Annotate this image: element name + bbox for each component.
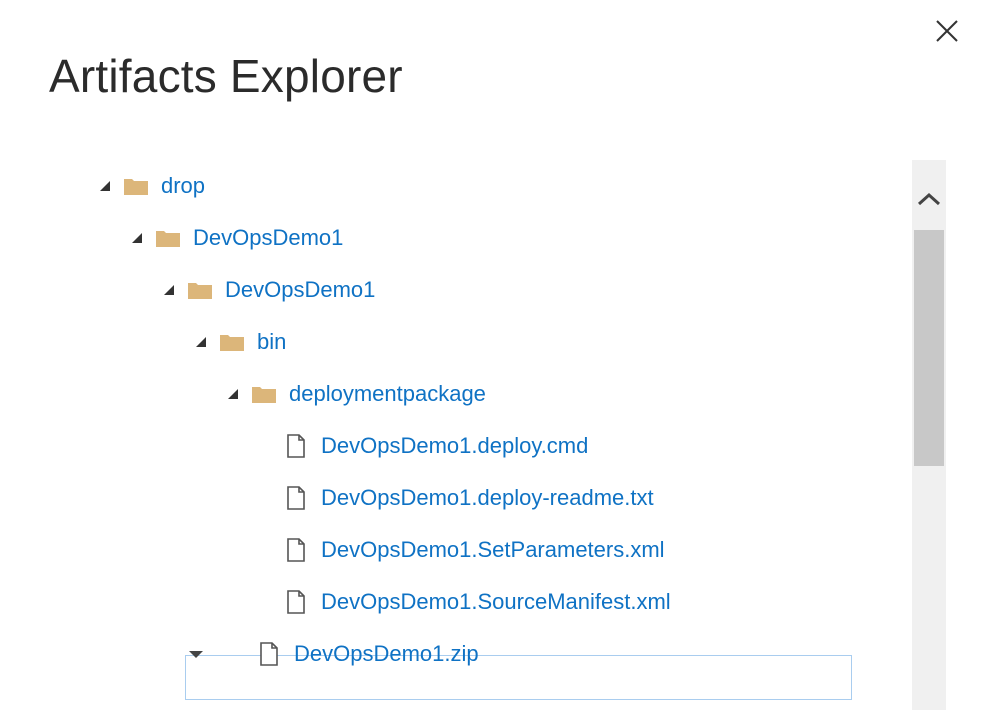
close-button[interactable] [928, 12, 966, 50]
tree-item-label[interactable]: DevOpsDemo1.SourceManifest.xml [321, 589, 671, 615]
tree-folder-row[interactable]: DevOpsDemo1 [60, 264, 912, 316]
tree-item-label[interactable]: DevOpsDemo1.deploy.cmd [321, 433, 588, 459]
tree-file-row[interactable]: DevOpsDemo1.deploy.cmd [60, 420, 912, 472]
dialog-title: Artifacts Explorer [49, 50, 403, 102]
folder-icon [219, 330, 245, 354]
expand-collapse-triangle-icon[interactable] [160, 281, 178, 299]
expand-collapse-triangle-icon[interactable] [96, 177, 114, 195]
tree-item-label[interactable]: DevOpsDemo1.zip [294, 641, 479, 667]
dropdown-arrow-icon[interactable] [187, 645, 205, 663]
folder-icon [251, 382, 277, 406]
tree-folder-row[interactable]: deploymentpackage [60, 368, 912, 420]
tree-folder-row[interactable]: bin [60, 316, 912, 368]
tree-folder-row[interactable]: DevOpsDemo1 [60, 212, 912, 264]
tree-item-label[interactable]: bin [257, 329, 286, 355]
chevron-up-icon [916, 191, 942, 212]
tree-file-row[interactable]: DevOpsDemo1.SetParameters.xml [60, 524, 912, 576]
file-icon [283, 434, 309, 458]
tree-file-row[interactable]: DevOpsDemo1.SourceManifest.xml [60, 576, 912, 628]
tree-folder-row[interactable]: drop [60, 162, 912, 212]
expand-collapse-triangle-icon[interactable] [128, 229, 146, 247]
expand-collapse-triangle-icon[interactable] [192, 333, 210, 351]
file-icon [283, 486, 309, 510]
tree-file-row[interactable]: DevOpsDemo1.deploy-readme.txt [60, 472, 912, 524]
file-icon [283, 590, 309, 614]
file-icon [256, 642, 282, 666]
file-icon [283, 538, 309, 562]
vertical-scrollbar[interactable] [912, 160, 946, 710]
folder-icon [123, 174, 149, 198]
tree-item-label[interactable]: DevOpsDemo1.SetParameters.xml [321, 537, 665, 563]
scroll-up-button[interactable] [912, 184, 946, 218]
expand-collapse-triangle-icon[interactable] [224, 385, 242, 403]
tree-item-label[interactable]: DevOpsDemo1 [193, 225, 343, 251]
artifact-tree: drop DevOpsDemo1 DevOpsDemo1 bin deploymentp… [60, 162, 912, 710]
tree-file-row[interactable]: DevOpsDemo1.zip [60, 628, 912, 680]
tree-item-label[interactable]: DevOpsDemo1 [225, 277, 375, 303]
folder-icon [155, 226, 181, 250]
tree-item-label[interactable]: DevOpsDemo1.deploy-readme.txt [321, 485, 654, 511]
folder-icon [187, 278, 213, 302]
close-icon [928, 12, 966, 50]
tree-item-label[interactable]: drop [161, 173, 205, 199]
artifacts-explorer-dialog: Artifacts Explorer drop DevOpsDemo1 DevOps… [0, 0, 995, 710]
tree-item-label[interactable]: deploymentpackage [289, 381, 486, 407]
scrollbar-thumb[interactable] [914, 230, 944, 466]
